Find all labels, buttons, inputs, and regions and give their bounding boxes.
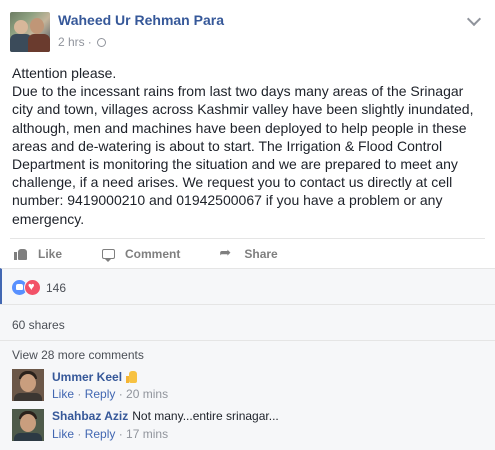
like-button[interactable]: Like [14,247,62,261]
chevron-down-icon[interactable] [466,11,482,27]
comment-like-link[interactable]: Like [52,427,74,441]
comment-like-link[interactable]: Like [52,387,74,401]
comment-label: Comment [125,247,181,261]
share-label: Share [244,247,278,261]
reactions-bar[interactable]: 146 [0,268,495,304]
comment-reply-link[interactable]: Reply [85,427,116,441]
comment-reply-link[interactable]: Reply [85,387,116,401]
facebook-post: Waheed Ur Rehman Para 2 hrs · Attention … [0,0,495,450]
share-icon [219,244,234,261]
commenter-name-line: Ummer Keel [52,369,138,384]
author-avatar[interactable] [10,12,50,52]
meta-separator: · [87,35,92,49]
shares-bar: 60 shares [0,304,495,340]
reactions-count[interactable]: 146 [46,281,66,295]
thumbs-up-emoji-icon [126,371,138,383]
commenter-name-line: Shahbaz Aziz Not many...entire srinagar..… [52,409,279,423]
comment-text: Not many...entire srinagar... [132,409,279,423]
commenter-name[interactable]: Shahbaz Aziz [52,409,128,423]
comment-item: Shahbaz Aziz Not many...entire srinagar..… [12,409,482,443]
author-name[interactable]: Waheed Ur Rehman Para [58,12,224,28]
post-header: Waheed Ur Rehman Para 2 hrs · [10,6,485,52]
commenter-avatar[interactable] [12,409,44,441]
comment-button[interactable]: Comment [102,247,181,262]
globe-icon[interactable] [96,37,106,47]
comment-meta: Like · Reply · 20 mins [52,387,169,401]
commenter-avatar[interactable] [12,369,44,401]
thumbs-up-icon [14,248,28,260]
view-more-comments-link[interactable]: View 28 more comments [12,348,144,362]
comment-time[interactable]: 17 mins [126,427,168,441]
post-meta: 2 hrs · [58,35,106,49]
shares-count[interactable]: 60 shares [12,318,65,332]
comment-time[interactable]: 20 mins [126,387,168,401]
comment-meta: Like · Reply · 17 mins [52,427,169,441]
commenter-name[interactable]: Ummer Keel [52,370,122,384]
post-timestamp[interactable]: 2 hrs [58,35,85,49]
post-text: Attention please. Due to the incessant r… [12,65,474,227]
post-actions: Like Comment Share [10,238,485,269]
like-label: Like [38,247,63,261]
share-button[interactable]: Share [219,244,278,261]
comments-section: View 28 more comments Ummer Keel Like · … [0,340,495,450]
love-reaction-icon [24,279,41,296]
comment-item: Ummer Keel Like · Reply · 20 mins [12,369,482,403]
comment-icon [102,249,116,262]
